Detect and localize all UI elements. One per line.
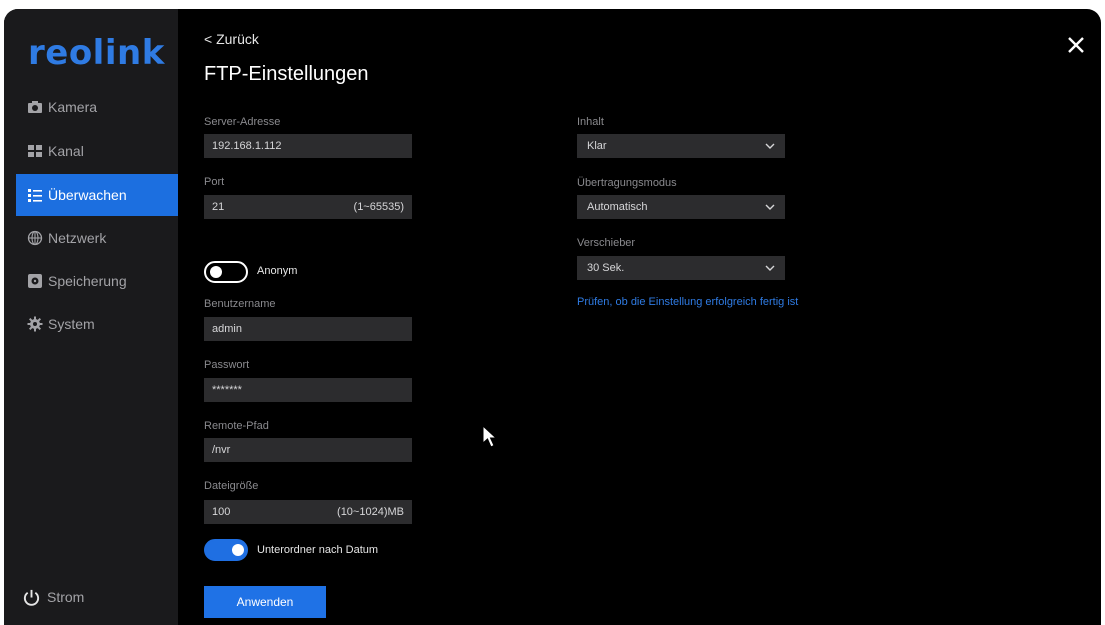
list-icon	[27, 187, 43, 203]
port-range-hint: (1~65535)	[353, 201, 404, 213]
username-label: Benutzername	[204, 298, 276, 310]
chevron-down-icon	[765, 143, 775, 149]
content-select[interactable]: Klar	[577, 134, 785, 158]
test-settings-link[interactable]: Prüfen, ob die Einstellung erfolgreich f…	[577, 296, 798, 308]
chevron-down-icon	[765, 204, 775, 210]
anonym-toggle[interactable]	[204, 261, 248, 283]
subfolder-toggle[interactable]	[204, 539, 248, 561]
channel-grid-icon	[27, 143, 43, 159]
server-address-field[interactable]: 192.168.1.112	[204, 134, 412, 158]
power-icon	[23, 589, 40, 606]
chevron-down-icon	[765, 265, 775, 271]
delay-select[interactable]: 30 Sek.	[577, 256, 785, 280]
server-address-value: 192.168.1.112	[212, 140, 282, 152]
toggle-knob	[232, 544, 244, 556]
transfer-mode-select[interactable]: Automatisch	[577, 195, 785, 219]
password-label: Passwort	[204, 359, 250, 371]
page-title: FTP-Einstellungen	[204, 63, 369, 85]
port-field[interactable]: 21 (1~65535)	[204, 195, 412, 219]
mouse-pointer-icon	[482, 425, 498, 448]
password-value: *******	[212, 384, 242, 396]
settings-window: reolink Kamera Kanal Überwachen Netzwerk	[4, 9, 1101, 625]
anonym-label: Anonym	[257, 265, 298, 277]
storage-icon	[27, 273, 43, 289]
delay-value: 30 Sek.	[587, 262, 625, 274]
content-label: Inhalt	[577, 116, 604, 128]
sidebar-item-label: Speicherung	[48, 273, 127, 289]
username-value: admin	[212, 323, 242, 335]
subfolder-label: Unterordner nach Datum	[257, 544, 379, 556]
remote-path-value: /nvr	[212, 444, 231, 456]
transfer-mode-label: Übertragungsmodus	[577, 177, 677, 189]
main-content: < Zurück FTP-Einstellungen Server-Adress…	[178, 9, 1101, 625]
remote-path-label: Remote-Pfad	[204, 420, 269, 432]
port-value: 21	[212, 201, 225, 213]
back-link[interactable]: < Zurück	[204, 31, 259, 47]
transfer-mode-value: Automatisch	[587, 201, 648, 213]
password-field[interactable]: *******	[204, 378, 412, 402]
filesize-label: Dateigröße	[204, 480, 259, 492]
sidebar-item-label: Netzwerk	[48, 230, 107, 246]
filesize-range-hint: (10~1024)MB	[337, 506, 404, 518]
sidebar-item-speicherung[interactable]: Speicherung	[16, 260, 178, 302]
username-field[interactable]: admin	[204, 317, 412, 341]
sidebar-item-system[interactable]: System	[16, 303, 178, 345]
gear-icon	[27, 316, 43, 332]
sidebar-item-ueberwachen[interactable]: Überwachen	[16, 174, 178, 216]
sidebar-item-label: Kamera	[48, 99, 98, 115]
delay-label: Verschieber	[577, 237, 636, 249]
sidebar-item-netzwerk[interactable]: Netzwerk	[16, 217, 178, 259]
close-icon[interactable]	[1066, 35, 1086, 55]
sidebar: reolink Kamera Kanal Überwachen Netzwerk	[4, 9, 178, 625]
power-label: Strom	[47, 589, 85, 605]
toggle-knob	[210, 266, 222, 278]
sidebar-item-label: Überwachen	[48, 187, 127, 203]
filesize-value: 100	[212, 506, 231, 518]
back-label: Zurück	[216, 31, 259, 47]
power-button[interactable]: Strom	[22, 583, 84, 611]
port-label: Port	[204, 176, 225, 188]
camera-icon	[27, 99, 43, 115]
filesize-field[interactable]: 100 (10~1024)MB	[204, 500, 412, 524]
sidebar-item-kamera[interactable]: Kamera	[16, 86, 178, 128]
apply-button[interactable]: Anwenden	[204, 586, 326, 618]
reolink-logo: reolink	[28, 33, 165, 73]
chevron-left-icon: <	[204, 31, 213, 47]
content-value: Klar	[587, 140, 607, 152]
sidebar-item-label: Kanal	[48, 143, 84, 159]
sidebar-item-kanal[interactable]: Kanal	[16, 130, 178, 172]
globe-icon	[27, 230, 43, 246]
server-address-label: Server-Adresse	[204, 116, 281, 128]
remote-path-field[interactable]: /nvr	[204, 438, 412, 462]
sidebar-item-label: System	[48, 316, 95, 332]
